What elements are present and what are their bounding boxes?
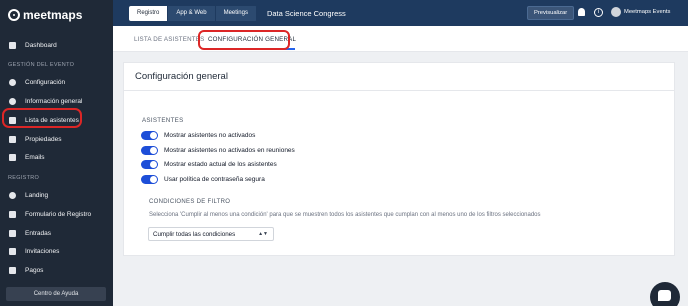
form-icon [9, 210, 16, 218]
bell-icon[interactable] [578, 8, 585, 16]
tab-lista-de-asistentes[interactable]: LISTA DE ASISTENTES [134, 36, 204, 43]
tag-icon [9, 135, 16, 143]
gear-icon [9, 78, 16, 86]
filter-section-title: CONDICIONES DE FILTRO [149, 199, 231, 205]
help-center-button[interactable]: Centro de Ayuda [6, 287, 106, 301]
sidebar-item-label: Invitaciones [25, 247, 60, 255]
tab-app-web[interactable]: App & Web [168, 5, 216, 21]
toggle-switch[interactable] [141, 174, 158, 184]
toggle-label: Mostrar asistentes no activados en reuni… [164, 146, 295, 154]
chat-icon [658, 290, 671, 301]
toggle-label: Usar política de contraseña segura [164, 175, 265, 183]
event-title: Data Science Congress [266, 8, 346, 18]
dashboard-icon [9, 41, 16, 49]
highlight-annotation-sidebar [2, 108, 82, 128]
top-bar: Registro App & Web Meetings Data Science… [113, 0, 688, 26]
sidebar-item-formulario[interactable]: Formulario de Registro [0, 205, 113, 223]
toggle-row: Mostrar estado actual de los asistentes [141, 159, 277, 169]
card-icon [9, 266, 16, 274]
tab-registro[interactable]: Registro [129, 5, 169, 21]
sidebar-item-label: Dashboard [25, 41, 57, 49]
toggle-label: Mostrar asistentes no activados [164, 131, 256, 139]
preview-button[interactable]: Previsualizar [527, 6, 575, 20]
subtabs: LISTA DE ASISTENTES CONFIGURACIÓN GENERA… [113, 26, 688, 52]
section-label-asistentes: ASISTENTES [142, 117, 184, 124]
sidebar-item-label: Entradas [25, 229, 52, 237]
select-value: Cumplir todas las condiciones [153, 230, 236, 238]
user-menu[interactable]: Meetmaps Events [611, 7, 670, 17]
info-icon [9, 97, 16, 105]
envelope-icon [9, 247, 16, 255]
sidebar-item-emails[interactable]: Emails [0, 148, 113, 166]
sidebar-item-label: Propiedades [25, 135, 62, 143]
sidebar-section-event: GESTIÓN DEL EVENTO [8, 62, 75, 68]
sidebar-item-propiedades[interactable]: Propiedades [0, 130, 113, 148]
sidebar-item-label: Formulario de Registro [25, 210, 92, 218]
sidebar-section-registro: REGISTRO [8, 175, 40, 181]
toggle-row: Usar política de contraseña segura [141, 174, 265, 184]
module-tabs: Registro App & Web Meetings [129, 5, 257, 21]
tab-meetings[interactable]: Meetings [215, 5, 257, 21]
sidebar-item-configuracion[interactable]: Configuración [0, 73, 113, 91]
sidebar-item-dashboard[interactable]: Dashboard [0, 36, 113, 54]
chat-widget-button[interactable] [650, 282, 680, 306]
mail-icon [9, 153, 16, 161]
logo-icon [8, 9, 20, 21]
card-title: Configuración general [124, 63, 674, 91]
avatar [611, 7, 621, 17]
toggle-switch[interactable] [141, 159, 158, 169]
toggle-row: Mostrar asistentes no activados [141, 130, 255, 140]
sidebar-item-label: Información general [25, 97, 83, 105]
sidebar-item-label: Configuración [25, 78, 66, 86]
sidebar-item-pagos[interactable]: Pagos [0, 261, 113, 279]
sidebar-item-label: Landing [25, 191, 49, 199]
toggle-label: Mostrar estado actual de los asistentes [164, 160, 277, 168]
sidebar-item-invitaciones[interactable]: Invitaciones [0, 242, 113, 260]
highlight-annotation-tab [198, 30, 290, 50]
chevron-updown-icon: ▲▼ [258, 231, 268, 237]
toggle-row: Mostrar asistentes no activados en reuni… [141, 145, 295, 155]
sidebar-item-label: Pagos [25, 266, 44, 274]
toggle-switch[interactable] [141, 145, 158, 155]
sidebar: meetmaps Dashboard GESTIÓN DEL EVENTO Co… [0, 0, 113, 306]
sidebar-item-landing[interactable]: Landing [0, 186, 113, 204]
settings-card: Configuración general ASISTENTES Mostrar… [123, 62, 675, 256]
meetmaps-logo[interactable]: meetmaps [8, 8, 82, 22]
filter-condition-select[interactable]: Cumplir todas las condiciones ▲▼ [148, 227, 274, 241]
sidebar-item-label: Emails [25, 153, 45, 161]
ticket-icon [9, 229, 16, 237]
info-icon[interactable]: i [594, 8, 603, 17]
sidebar-item-entradas[interactable]: Entradas [0, 224, 113, 242]
brand-name: meetmaps [23, 8, 83, 22]
user-name: Meetmaps Events [624, 9, 671, 15]
filter-description: Selecciona 'Cumplir al menos una condici… [149, 212, 541, 218]
globe-icon [9, 191, 16, 199]
toggle-switch[interactable] [141, 130, 158, 140]
